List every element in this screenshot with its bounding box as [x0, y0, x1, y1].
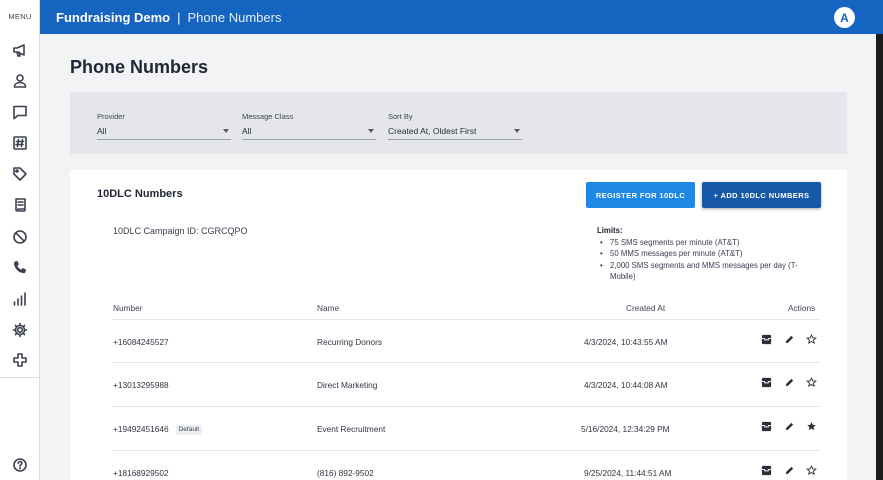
script-icon[interactable]: [0, 193, 40, 217]
star-filled-icon[interactable]: [805, 420, 817, 432]
tag-icon[interactable]: [0, 162, 40, 186]
chat-icon[interactable]: [0, 100, 40, 124]
menu-label: MENU: [8, 12, 32, 21]
register-10dlc-button[interactable]: REGISTER FOR 10DLC: [586, 182, 695, 208]
sort-by-select[interactable]: Created At, Oldest First: [388, 126, 522, 140]
created-at: 4/3/2024, 10:44:08 AM: [584, 380, 668, 390]
plus-cross-icon[interactable]: [0, 348, 40, 372]
phone-icon[interactable]: [0, 256, 40, 280]
phone-number: +13013295988: [113, 380, 169, 390]
created-at: 9/25/2024, 11:44:51 AM: [584, 468, 672, 478]
breadcrumb: Phone Numbers: [187, 9, 282, 25]
provider-value: All: [97, 126, 107, 136]
archive-icon[interactable]: [760, 420, 772, 432]
sidebar: MENU: [0, 0, 40, 480]
star-outline-icon[interactable]: [805, 376, 817, 388]
star-outline-icon[interactable]: [805, 464, 817, 476]
page-title: Phone Numbers: [70, 57, 209, 77]
phone-number-cell: +19492451646 Default: [113, 424, 203, 435]
created-at: 4/3/2024, 10:43:55 AM: [584, 337, 668, 347]
provider-select[interactable]: All: [97, 126, 231, 140]
archive-icon[interactable]: [760, 464, 772, 476]
sort-by-filter[interactable]: Sort By Created At, Oldest First: [388, 112, 522, 140]
column-header-created-at[interactable]: Created At: [626, 303, 665, 313]
message-class-value: All: [242, 126, 252, 136]
column-header-actions: Actions: [788, 303, 816, 313]
edit-pencil-icon[interactable]: [783, 420, 795, 432]
number-name: (816) 892-9502: [317, 468, 374, 478]
megaphone-icon[interactable]: [0, 38, 40, 62]
caret-down-icon: [223, 129, 229, 133]
breadcrumb-separator: |: [177, 9, 181, 25]
message-class-select[interactable]: All: [242, 126, 376, 140]
filter-bar: Provider All Message Class All Sort By C…: [70, 92, 847, 154]
edit-pencil-icon[interactable]: [783, 464, 795, 476]
bar-chart-icon[interactable]: [0, 287, 40, 311]
archive-icon[interactable]: [760, 333, 772, 345]
limits-list: 75 SMS segments per minute (AT&T) 50 MMS…: [597, 237, 802, 283]
phone-number: +16084245527: [113, 337, 169, 347]
table-row: +18168929502 (816) 892-9502 9/25/2024, 1…: [113, 450, 820, 480]
edit-pencil-icon[interactable]: [783, 376, 795, 388]
sidebar-divider: [0, 377, 40, 378]
scrollbar[interactable]: [876, 34, 883, 480]
archive-icon[interactable]: [760, 376, 772, 388]
provider-filter[interactable]: Provider All: [97, 112, 231, 140]
number-name: Event Recruitment: [317, 424, 386, 434]
block-icon[interactable]: [0, 225, 40, 249]
limit-item: 2,000 SMS segments and MMS messages per …: [597, 260, 802, 283]
help-icon[interactable]: [0, 453, 40, 477]
avatar[interactable]: A: [834, 7, 855, 28]
caret-down-icon: [514, 129, 520, 133]
tendlc-card: 10DLC Numbers REGISTER FOR 10DLC + ADD 1…: [70, 170, 847, 480]
star-outline-icon[interactable]: [805, 333, 817, 345]
hashtag-icon[interactable]: [0, 131, 40, 155]
message-class-filter[interactable]: Message Class All: [242, 112, 376, 140]
add-10dlc-numbers-button[interactable]: + ADD 10DLC NUMBERS: [702, 182, 821, 208]
campaign-id: 10DLC Campaign ID: CGRCQPO: [113, 226, 248, 236]
phone-number: +19492451646: [113, 424, 169, 434]
gear-icon[interactable]: [0, 318, 40, 342]
table-row: +13013295988 Direct Marketing 4/3/2024, …: [113, 362, 820, 406]
message-class-filter-label: Message Class: [242, 112, 294, 121]
limit-item: 50 MMS messages per minute (AT&T): [597, 248, 802, 260]
phone-number: +18168929502: [113, 468, 169, 478]
tendlc-title: 10DLC Numbers: [97, 188, 183, 200]
person-icon[interactable]: [0, 69, 40, 93]
created-at: 5/16/2024, 12:34:29 PM: [581, 424, 670, 434]
number-name: Recurring Donors: [317, 337, 383, 347]
number-name: Direct Marketing: [317, 380, 378, 390]
limits-panel: Limits: 75 SMS segments per minute (AT&T…: [597, 225, 802, 283]
sort-by-value: Created At, Oldest First: [388, 126, 477, 136]
topbar: Fundraising Demo | Phone Numbers A: [40, 0, 883, 34]
sort-by-filter-label: Sort By: [388, 112, 413, 121]
caret-down-icon: [368, 129, 374, 133]
column-header-name[interactable]: Name: [317, 303, 339, 313]
column-header-number[interactable]: Number: [113, 303, 143, 313]
org-name[interactable]: Fundraising Demo: [56, 10, 170, 25]
limits-title: Limits:: [597, 226, 623, 235]
default-badge: Default: [175, 424, 203, 435]
provider-filter-label: Provider: [97, 112, 125, 121]
limit-item: 75 SMS segments per minute (AT&T): [597, 237, 802, 249]
table-row: +19492451646 Default Event Recruitment 5/…: [113, 406, 820, 450]
edit-pencil-icon[interactable]: [783, 333, 795, 345]
table-row: +16084245527 Recurring Donors 4/3/2024, …: [113, 319, 820, 363]
